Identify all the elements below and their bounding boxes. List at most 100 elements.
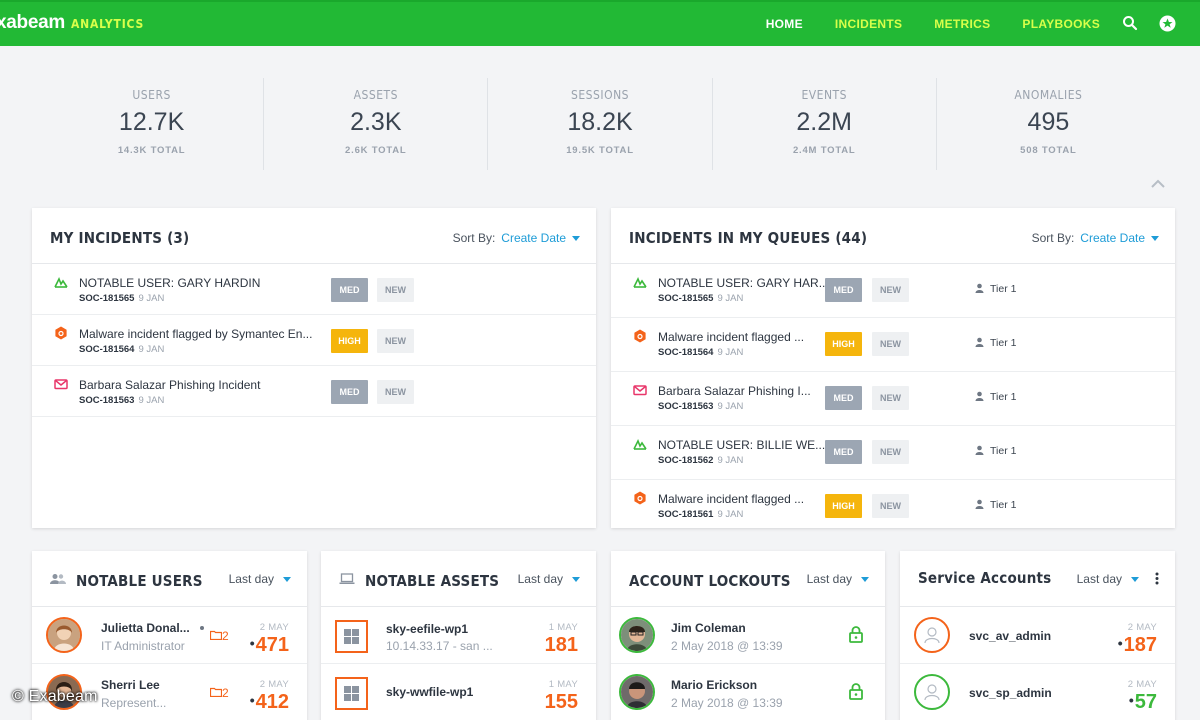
incident-row[interactable]: Malware incident flagged ... SOC-181561 9… [611,480,1175,534]
queue-incidents-card: INCIDENTS IN MY QUEUES (44) Sort By: Crea… [611,208,1175,528]
user-name[interactable]: Sherri Lee [101,678,160,692]
incident-id-text: SOC-181564 [658,347,714,358]
severity-badge: MED [825,386,862,410]
list-item[interactable]: Mario Erickson 2 May 2018 @ 13:39 [611,664,885,720]
incident-row[interactable]: Barbara Salazar Phishing I... SOC-181563… [611,372,1175,426]
lock-icon[interactable] [849,626,863,648]
stat-assets[interactable]: ASSETS 2.3K 2.6K TOTAL [264,78,489,170]
incident-date: 9 JAN [717,455,744,466]
incident-id: SOC-181565 9 JAN [658,293,743,304]
incident-row[interactable]: NOTABLE USER: GARY HAR... SOC-181565 9 JA… [611,264,1175,318]
score-dot: • [249,692,255,708]
incident-date: 9 JAN [138,344,165,355]
period-dropdown[interactable]: Last day [518,572,580,586]
avatar [46,617,82,653]
stat-value: 2.3K [350,108,402,136]
list-item[interactable]: sky-wwfile-wp1 1 MAY 155 [321,664,596,720]
card-header: MY INCIDENTS (3) Sort By: Create Date [32,208,596,264]
nav-links: HOME INCIDENTS METRICS PLAYBOOKS [734,17,1100,31]
incident-title[interactable]: NOTABLE USER: GARY HAR... [658,276,829,290]
stat-value: 18.2K [567,108,633,136]
card-title: MY INCIDENTS (3) [50,229,190,247]
nav-metrics[interactable]: METRICS [934,17,990,31]
severity-badge: MED [331,278,368,302]
asset-name[interactable]: sky-eefile-wp1 [386,622,468,636]
incident-title[interactable]: Malware incident flagged ... [658,492,804,506]
score-dot: • [1128,692,1134,708]
nav-home[interactable]: HOME [766,17,803,31]
lock-icon[interactable] [849,683,863,705]
incident-title[interactable]: Malware incident flagged by Symantec En.… [79,327,312,341]
stat-anomalies[interactable]: ANOMALIES 495 508 TOTAL [937,78,1160,170]
incident-title[interactable]: NOTABLE USER: BILLIE WE... [658,438,825,452]
status-badge: NEW [872,278,909,302]
profile-icon[interactable] [1159,15,1176,37]
incident-row[interactable]: Malware incident flagged ... SOC-181564 9… [611,318,1175,372]
service-account-avatar-icon [914,617,950,653]
incident-id: SOC-181563 9 JAN [658,401,743,412]
incident-title[interactable]: Barbara Salazar Phishing I... [658,384,811,398]
list-item[interactable]: sky-eefile-wp1 10.14.33.17 - san ... 1 M… [321,607,596,664]
stat-total: 2.4M TOTAL [792,145,856,156]
stat-value: 2.2M [796,108,852,136]
sort-value[interactable]: Create Date [1080,231,1145,245]
search-icon[interactable] [1122,15,1138,36]
folder-icon [209,629,223,643]
incident-id-text: SOC-181564 [79,344,135,355]
incident-row[interactable]: Barbara Salazar Phishing Incident SOC-18… [32,366,596,417]
period-dropdown[interactable]: Last day [807,572,869,586]
incident-row[interactable]: NOTABLE USER: BILLIE WE... SOC-181562 9 J… [611,426,1175,480]
brand-logo[interactable]: xabeam ANALYTICS [0,12,144,34]
incident-title[interactable]: Barbara Salazar Phishing Incident [79,378,260,392]
account-name[interactable]: svc_sp_admin [969,686,1052,700]
list-item[interactable]: Julietta Donal... IT Administrator 2 2 M… [32,607,307,664]
caret-down-icon[interactable] [572,236,580,242]
score-dot: • [1117,635,1123,651]
folder-count[interactable]: 2 [209,686,229,700]
stats-bar: USERS 12.7K 14.3K TOTAL ASSETS 2.3K 2.6K… [40,78,1160,170]
period-dropdown[interactable]: Last day [1077,572,1139,586]
chevron-up-icon[interactable] [1150,176,1166,194]
risk-score-value: 471 [255,634,289,656]
sort-value[interactable]: Create Date [501,231,566,245]
severity-badge: HIGH [825,494,862,518]
user-name[interactable]: Julietta Donal... [101,621,190,635]
stat-events[interactable]: EVENTS 2.2M 2.4M TOTAL [713,78,937,170]
caret-down-icon[interactable] [1151,236,1159,242]
user-name[interactable]: Mario Erickson [671,678,757,692]
stat-total: 508 TOTAL [1020,145,1077,156]
phishing-mail-icon [633,383,647,397]
asset-detail: 10.14.33.17 - san ... [386,639,493,653]
more-vertical-icon[interactable] [1155,572,1159,590]
asset-name[interactable]: sky-wwfile-wp1 [386,685,473,699]
service-accounts-card: Service Accounts Last day svc_av_admin 2… [900,551,1175,720]
incident-title[interactable]: NOTABLE USER: GARY HARDIN [79,276,260,290]
notable-user-icon [633,437,647,451]
incident-title[interactable]: Malware incident flagged ... [658,330,804,344]
avatar [619,617,655,653]
user-name[interactable]: Jim Coleman [671,621,746,635]
sort-control[interactable]: Sort By: Create Date [453,231,580,245]
sort-control[interactable]: Sort By: Create Date [1032,231,1159,245]
malware-bug-icon [633,491,647,505]
stat-label: ANOMALIES [1014,88,1083,102]
list-item[interactable]: Jim Coleman 2 May 2018 @ 13:39 [611,607,885,664]
nav-playbooks[interactable]: PLAYBOOKS [1022,17,1100,31]
stat-label: SESSIONS [571,88,629,102]
windows-icon [335,620,368,653]
period-dropdown[interactable]: Last day [229,572,291,586]
nav-incidents[interactable]: INCIDENTS [835,17,902,31]
incident-row[interactable]: Malware incident flagged by Symantec En.… [32,315,596,366]
my-incidents-card: MY INCIDENTS (3) Sort By: Create Date NOT… [32,208,596,528]
list-item[interactable]: svc_sp_admin 2 MAY •57 [900,664,1175,720]
account-name[interactable]: svc_av_admin [969,629,1051,643]
incident-date: 9 JAN [138,293,165,304]
folder-count[interactable]: 2 [209,629,229,643]
incident-row[interactable]: NOTABLE USER: GARY HARDIN SOC-181565 9 JA… [32,264,596,315]
person-icon [975,445,984,458]
list-item[interactable]: svc_av_admin 2 MAY •187 [900,607,1175,664]
notable-user-icon [633,275,647,289]
stat-sessions[interactable]: SESSIONS 18.2K 19.5K TOTAL [488,78,713,170]
stat-label: EVENTS [801,88,847,102]
stat-users[interactable]: USERS 12.7K 14.3K TOTAL [40,78,265,170]
